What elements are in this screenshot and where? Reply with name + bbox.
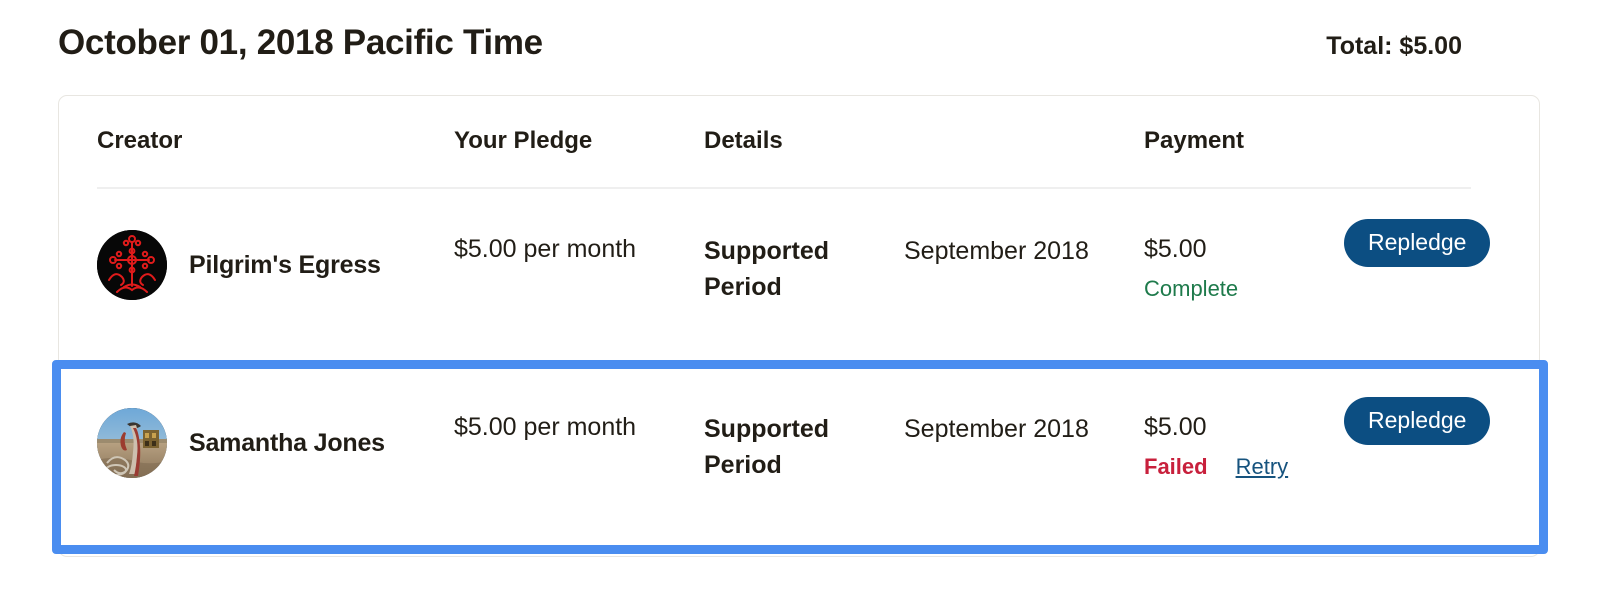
pledge-amount: $5.00 per month <box>454 413 637 441</box>
page-title: October 01, 2018 Pacific Time <box>58 23 543 62</box>
repledge-button[interactable]: Repledge <box>1344 219 1491 267</box>
detail-value-supported-period: September 2018 <box>904 237 1089 265</box>
pledge-amount: $5.00 per month <box>454 235 637 263</box>
detail-label-supported-period: Supported Period <box>704 415 829 479</box>
repledge-button[interactable]: Repledge <box>1344 397 1491 445</box>
detail-label-supported-period: Supported Period <box>704 237 829 301</box>
table-header-row: Creator Your Pledge Details Payment <box>97 127 1471 189</box>
detail-value-supported-period: September 2018 <box>904 415 1089 443</box>
creator-cell: Samantha Jones <box>97 382 447 504</box>
action-cell: Repledge <box>1344 397 1491 445</box>
table-row[interactable]: Pilgrim's Egress $5.00 per month Support… <box>97 204 1491 326</box>
payment-history-page: October 01, 2018 Pacific Time Total: $5.… <box>0 0 1600 592</box>
total-amount: Total: $5.00 <box>1326 32 1462 60</box>
retry-link[interactable]: Retry <box>1236 454 1289 480</box>
surreal-desert-painting-avatar <box>97 408 167 478</box>
status-badge: Complete <box>1144 275 1239 301</box>
details-cell: Supported Period September 2018 <box>704 411 1134 483</box>
column-header-payment: Payment <box>1144 127 1245 154</box>
pledge-cell: $5.00 per month <box>454 235 694 264</box>
details-cell: Supported Period September 2018 <box>704 233 1134 305</box>
column-header-details: Details <box>704 127 783 154</box>
creator-name[interactable]: Pilgrim's Egress <box>189 251 381 280</box>
payment-cell: $5.00 Failed Retry <box>1144 411 1374 480</box>
payment-cell: $5.00 Complete <box>1144 233 1374 302</box>
action-cell: Repledge <box>1344 219 1491 267</box>
creator-cell: Pilgrim's Egress <box>97 204 447 326</box>
column-header-creator: Creator <box>97 127 183 154</box>
pledge-cell: $5.00 per month <box>454 413 694 442</box>
column-header-your-pledge: Your Pledge <box>454 127 593 154</box>
payment-amount: $5.00 <box>1144 413 1207 441</box>
status-badge: Failed <box>1144 453 1208 479</box>
pledges-table-card: Creator Your Pledge Details Payment Pilg… <box>58 95 1540 557</box>
payment-amount: $5.00 <box>1144 235 1207 263</box>
table-row[interactable]: Samantha Jones $5.00 per month Supported… <box>97 382 1491 504</box>
page-header: October 01, 2018 Pacific Time Total: $5.… <box>58 22 1462 64</box>
creator-name[interactable]: Samantha Jones <box>189 429 385 458</box>
ornate-red-cross-avatar <box>97 230 167 300</box>
